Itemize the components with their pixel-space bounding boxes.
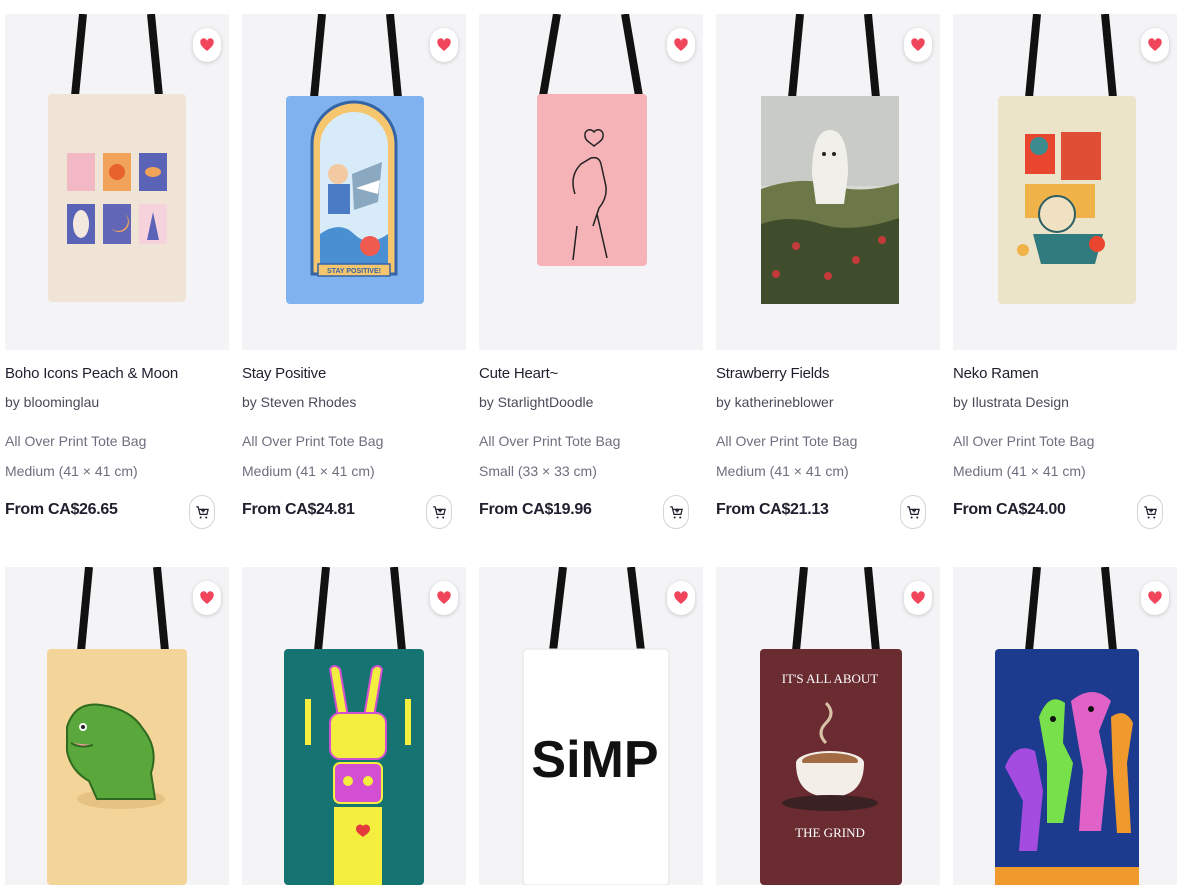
tote-bag-image: SiMP xyxy=(522,567,670,885)
heart-icon xyxy=(674,38,688,51)
product-size: Small (33 × 33 cm) xyxy=(479,463,597,479)
product-size: Medium (41 × 41 cm) xyxy=(5,463,138,479)
product-price: From CA$24.00 xyxy=(953,501,1066,518)
design-text: STAY POSITIVE! xyxy=(327,268,381,275)
tote-bag-image xyxy=(48,14,186,302)
favorite-button[interactable] xyxy=(1141,581,1169,615)
heart-icon xyxy=(1148,591,1162,604)
add-to-cart-button[interactable] xyxy=(900,495,926,529)
add-to-cart-icon xyxy=(1143,505,1157,518)
product-artist[interactable]: by katherineblower xyxy=(716,394,834,410)
tote-bag-image xyxy=(47,567,187,885)
heart-icon xyxy=(437,591,451,604)
product-image[interactable]: IT'S ALL ABOUT THE GRIND xyxy=(716,567,940,885)
favorite-button[interactable] xyxy=(667,581,695,615)
product-size: Medium (41 × 41 cm) xyxy=(242,463,375,479)
product-card[interactable]: STAY POSITIVE! Stay Positive by Steven R… xyxy=(242,14,466,529)
tote-bag-image xyxy=(998,14,1136,304)
tote-bag-image: STAY POSITIVE! xyxy=(286,14,424,304)
design-text: SiMP xyxy=(531,731,658,789)
product-type: All Over Print Tote Bag xyxy=(479,433,621,449)
product-type: All Over Print Tote Bag xyxy=(953,433,1095,449)
add-to-cart-button[interactable] xyxy=(189,495,215,529)
favorite-button[interactable] xyxy=(667,28,695,62)
product-type: All Over Print Tote Bag xyxy=(716,433,858,449)
add-to-cart-icon xyxy=(669,505,683,518)
product-title[interactable]: Stay Positive xyxy=(242,365,326,382)
favorite-button[interactable] xyxy=(904,28,932,62)
favorite-button[interactable] xyxy=(904,581,932,615)
product-size: Medium (41 × 41 cm) xyxy=(953,463,1086,479)
heart-icon xyxy=(437,38,451,51)
product-image[interactable] xyxy=(953,14,1177,350)
product-card[interactable]: IT'S ALL ABOUT THE GRIND xyxy=(716,567,940,885)
heart-icon xyxy=(911,38,925,51)
tote-bag-image: IT'S ALL ABOUT THE GRIND xyxy=(760,567,902,885)
product-image[interactable] xyxy=(242,567,466,885)
add-to-cart-icon xyxy=(432,505,446,518)
favorite-button[interactable] xyxy=(1141,28,1169,62)
product-card[interactable]: Cute Heart~ by StarlightDoodle All Over … xyxy=(479,14,703,529)
product-artist[interactable]: by StarlightDoodle xyxy=(479,394,593,410)
product-card[interactable] xyxy=(953,567,1177,885)
product-image[interactable]: STAY POSITIVE! xyxy=(242,14,466,350)
product-title[interactable]: Strawberry Fields xyxy=(716,365,829,382)
product-artist[interactable]: by bloominglau xyxy=(5,394,99,410)
tote-bag-image xyxy=(537,14,647,266)
product-card[interactable]: Neko Ramen by Ilustrata Design All Over … xyxy=(953,14,1177,529)
product-type: All Over Print Tote Bag xyxy=(242,433,384,449)
product-price: From CA$19.96 xyxy=(479,501,592,518)
favorite-button[interactable] xyxy=(193,28,221,62)
product-price: From CA$21.13 xyxy=(716,501,829,518)
design-text-bottom: THE GRIND xyxy=(795,825,865,840)
product-image[interactable] xyxy=(716,14,940,350)
heart-icon xyxy=(200,38,214,51)
product-title[interactable]: Cute Heart~ xyxy=(479,365,558,382)
add-to-cart-button[interactable] xyxy=(1137,495,1163,529)
product-title[interactable]: Boho Icons Peach & Moon xyxy=(5,365,178,382)
favorite-button[interactable] xyxy=(430,581,458,615)
product-card[interactable]: SiMP xyxy=(479,567,703,885)
product-price: From CA$26.65 xyxy=(5,501,118,518)
tote-bag-image xyxy=(995,567,1139,885)
heart-icon xyxy=(1148,38,1162,51)
product-artist[interactable]: by Ilustrata Design xyxy=(953,394,1069,410)
product-image[interactable] xyxy=(5,567,229,885)
product-card[interactable]: Strawberry Fields by katherineblower All… xyxy=(716,14,940,529)
product-size: Medium (41 × 41 cm) xyxy=(716,463,849,479)
product-image[interactable]: SiMP xyxy=(479,567,703,885)
add-to-cart-button[interactable] xyxy=(426,495,452,529)
product-type: All Over Print Tote Bag xyxy=(5,433,147,449)
product-card[interactable] xyxy=(242,567,466,885)
product-image[interactable] xyxy=(479,14,703,350)
product-image[interactable] xyxy=(953,567,1177,885)
tote-bag-image xyxy=(284,567,424,885)
add-to-cart-icon xyxy=(195,505,209,518)
product-price: From CA$24.81 xyxy=(242,501,355,518)
design-text-top: IT'S ALL ABOUT xyxy=(782,671,879,686)
favorite-button[interactable] xyxy=(193,581,221,615)
favorite-button[interactable] xyxy=(430,28,458,62)
product-image[interactable] xyxy=(5,14,229,350)
heart-icon xyxy=(911,591,925,604)
tote-bag-image xyxy=(761,14,899,304)
add-to-cart-icon xyxy=(906,505,920,518)
heart-icon xyxy=(674,591,688,604)
product-artist[interactable]: by Steven Rhodes xyxy=(242,394,356,410)
heart-icon xyxy=(200,591,214,604)
add-to-cart-button[interactable] xyxy=(663,495,689,529)
product-card[interactable]: Boho Icons Peach & Moon by bloominglau A… xyxy=(5,14,229,529)
product-title[interactable]: Neko Ramen xyxy=(953,365,1039,382)
product-card[interactable] xyxy=(5,567,229,885)
